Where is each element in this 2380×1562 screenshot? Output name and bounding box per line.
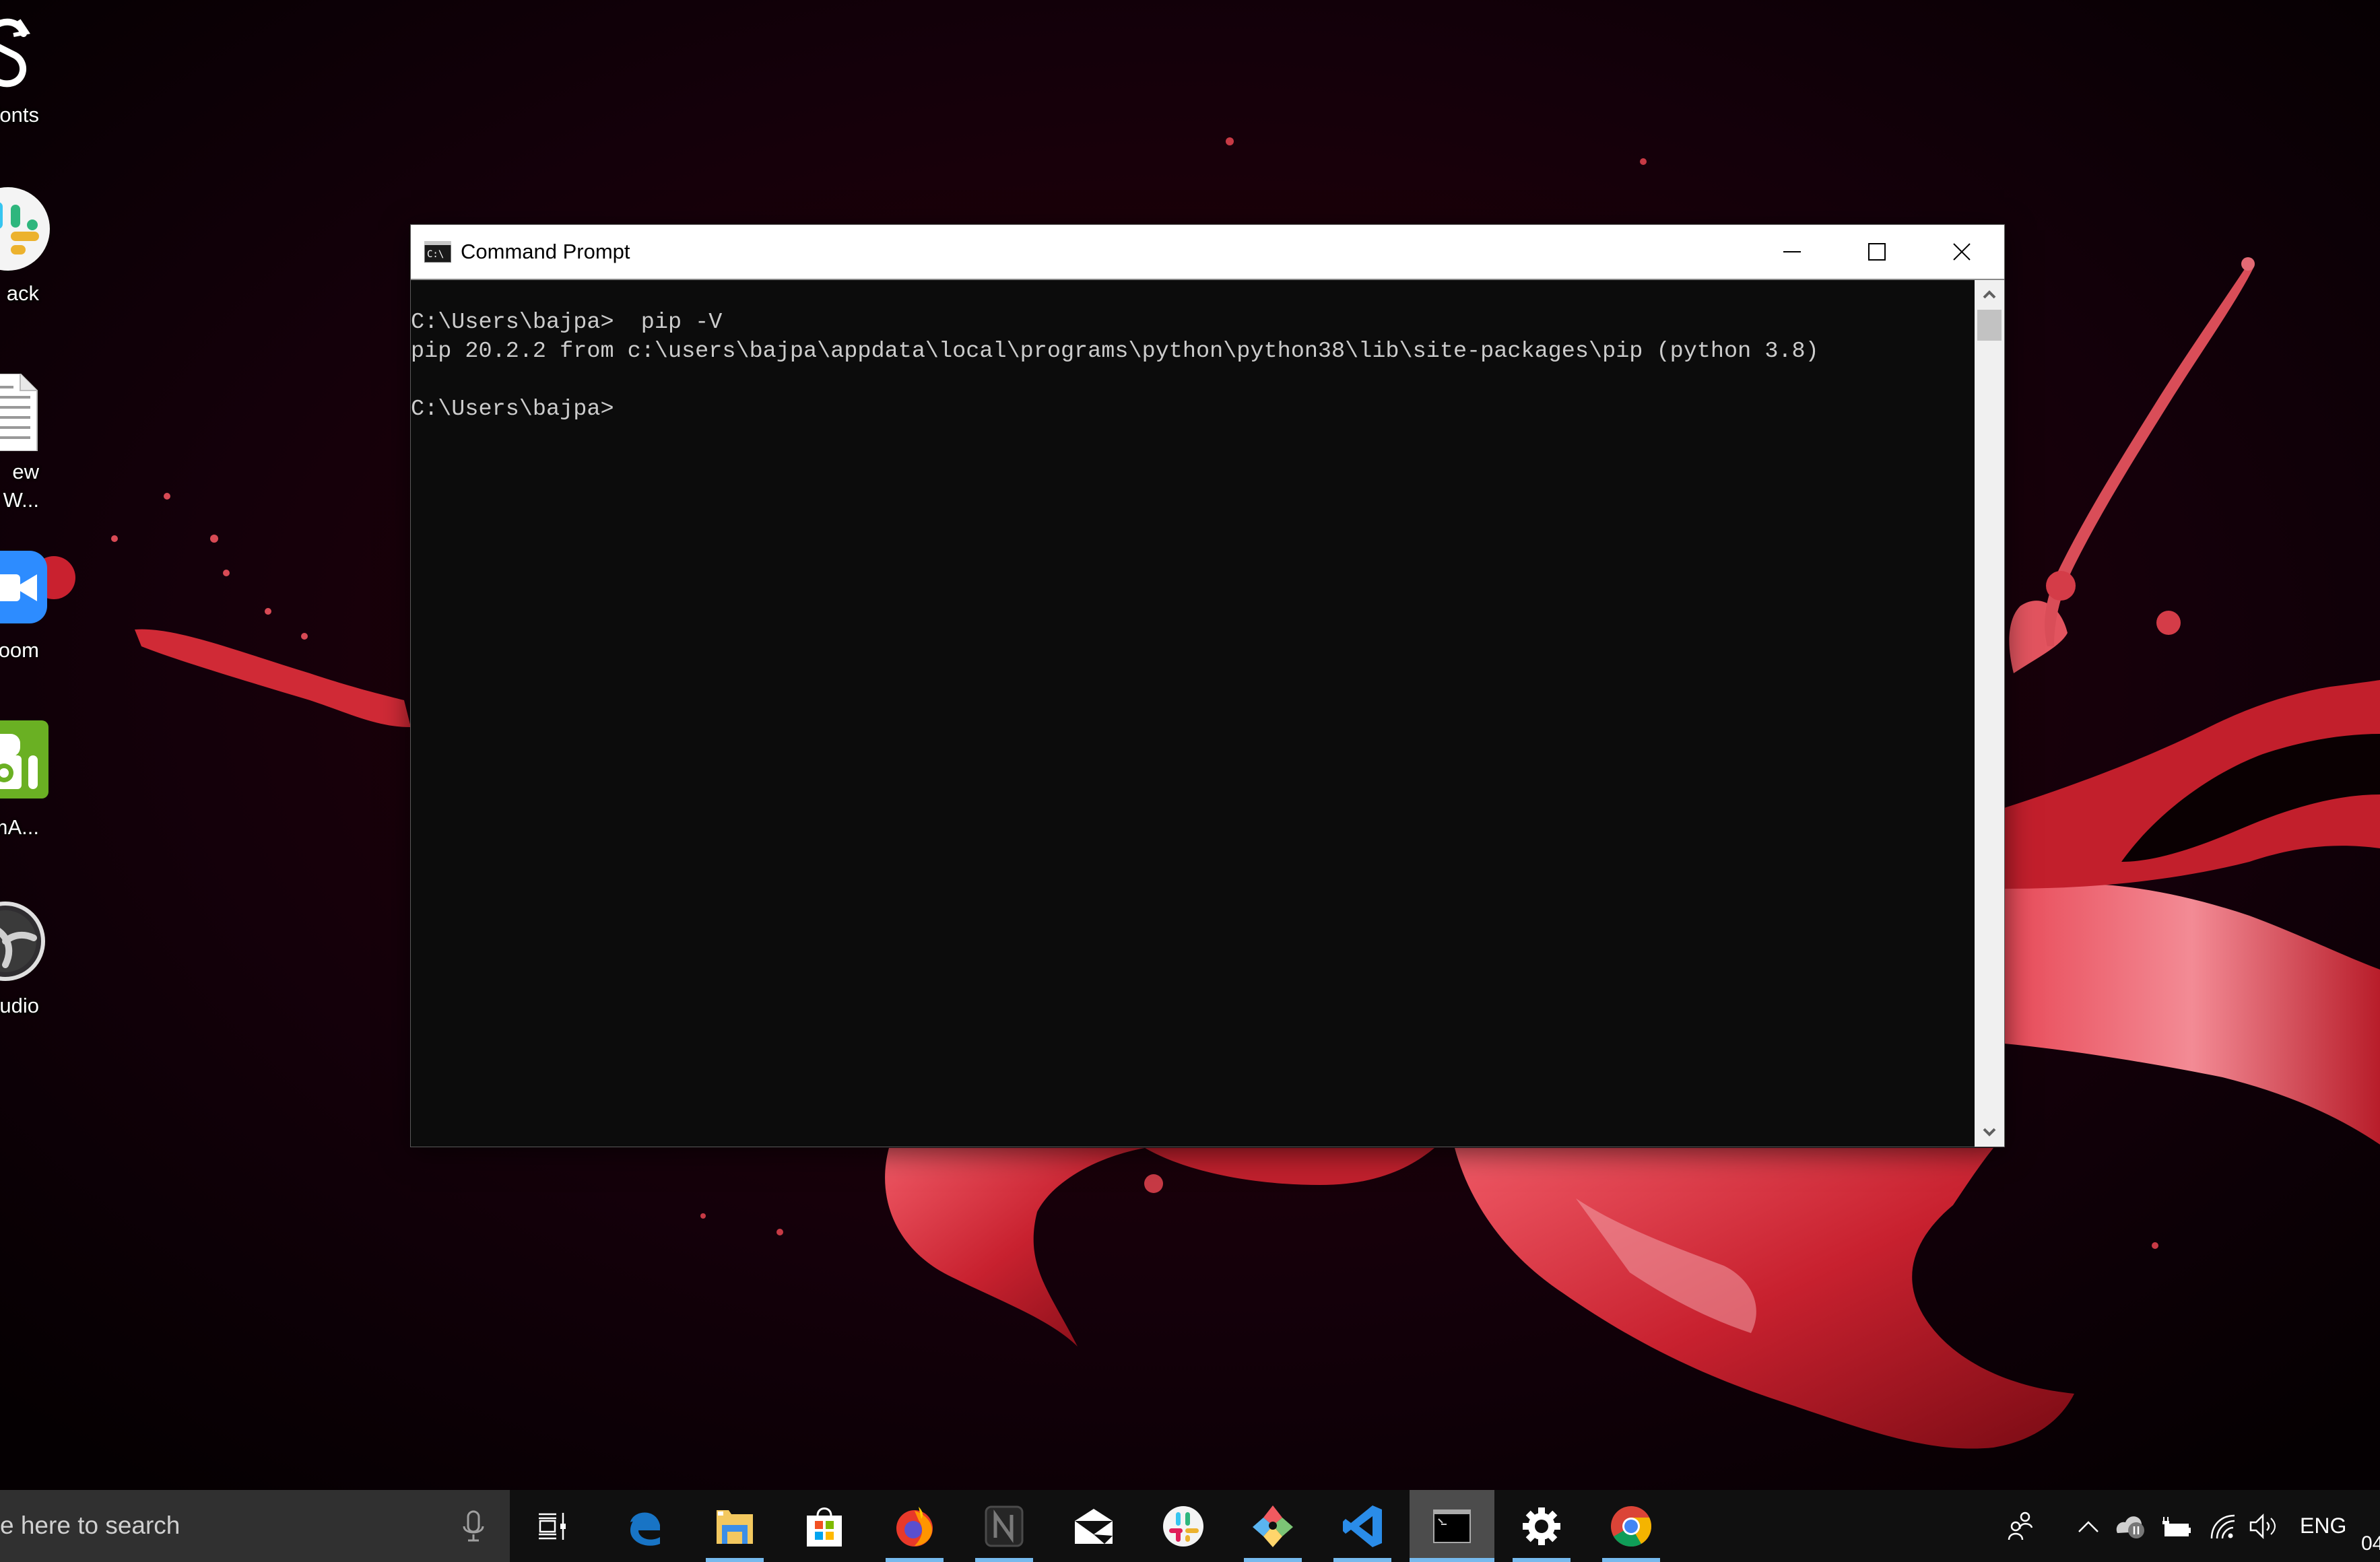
minimize-icon: [1783, 251, 1801, 252]
battery-charging-icon: [2162, 1516, 2191, 1536]
desktop-icon-label: oom: [0, 638, 39, 662]
close-icon: [1953, 243, 1971, 261]
slack-icon: [0, 187, 50, 271]
console-prompt-line[interactable]: C:\Users\bajpa>: [411, 395, 614, 424]
firefox-icon: [896, 1506, 933, 1547]
console-line: C:\Users\bajpa> pip -V: [411, 310, 723, 335]
command-prompt-window[interactable]: C:\ Command Prompt C:\Users\bajpa> pip -…: [411, 225, 2004, 1147]
desktop-icon-label: Studio: [0, 994, 39, 1017]
obs-studio-icon: [0, 902, 45, 981]
desktop-icon-obs-studio[interactable]: Studio: [0, 895, 101, 1030]
scroll-down-button[interactable]: [1975, 1117, 2004, 1147]
window-titlebar[interactable]: C:\ Command Prompt: [411, 225, 2004, 280]
desktop-icon-label-line2: soft W...: [0, 488, 39, 512]
maximize-icon: [1868, 243, 1886, 261]
people-button[interactable]: [1997, 1490, 2045, 1562]
microsoft-store-icon: [807, 1507, 842, 1547]
svg-text:C:\: C:\: [427, 249, 444, 260]
console-output[interactable]: C:\Users\bajpa> pip -V pip 20.2.2 from c…: [411, 280, 1975, 1147]
taskbar-app-vscode[interactable]: [1320, 1490, 1405, 1562]
taskbar-app-notion[interactable]: [962, 1490, 1047, 1562]
onedrive-paused-icon: [2116, 1516, 2144, 1538]
taskbar-app-chrome[interactable]: [1589, 1490, 1674, 1562]
command-prompt-icon: [1433, 1509, 1471, 1543]
chevron-up-icon: [1983, 290, 1996, 299]
vscode-icon: [1343, 1505, 1382, 1547]
desktop-icon-word-document[interactable]: ew soft W...: [0, 364, 101, 525]
settings-gear-icon: [1523, 1507, 1560, 1545]
minimize-button[interactable]: [1750, 225, 1834, 279]
desktop-icon-label-line1: ew: [12, 460, 39, 483]
taskbar-app-file-explorer[interactable]: [692, 1490, 777, 1562]
running-indicator: [886, 1558, 944, 1562]
running-indicator: [706, 1558, 764, 1562]
show-hidden-icons-button[interactable]: [2072, 1490, 2105, 1562]
slack-icon: [1163, 1505, 1203, 1547]
scroll-thumb[interactable]: [1977, 310, 2002, 341]
desktop-icon-label: Fonts: [0, 103, 39, 127]
edge-icon: [630, 1512, 660, 1546]
network-tray-button[interactable]: [2202, 1490, 2243, 1562]
zoom-icon: [0, 551, 75, 623]
onedrive-tray-button[interactable]: [2108, 1490, 2152, 1562]
microphone-icon[interactable]: [462, 1510, 485, 1542]
window-title: Command Prompt: [461, 240, 630, 263]
word-document-icon: [0, 374, 38, 451]
running-indicator: [975, 1558, 1033, 1562]
notion-icon: [985, 1505, 1024, 1547]
maximize-button[interactable]: [1834, 225, 1919, 279]
chrome-icon: [1611, 1505, 1651, 1547]
running-indicator: [1410, 1558, 1494, 1562]
taskbar-search-box[interactable]: e here to search: [0, 1490, 510, 1562]
desktop-icon-zoom[interactable]: oom: [0, 539, 101, 673]
desktop-icon-label: ack: [6, 281, 39, 305]
mail-icon: [1075, 1508, 1113, 1544]
command-prompt-icon: C:\: [424, 241, 451, 263]
task-view-icon: [539, 1512, 566, 1540]
battery-tray-button[interactable]: [2155, 1490, 2198, 1562]
chevron-down-icon: [1983, 1128, 1996, 1136]
desktop-icon-label: CamA...: [0, 815, 39, 839]
input-language-indicator[interactable]: ENG: [2300, 1510, 2346, 1541]
desktop-icon-fonts[interactable]: Fonts: [0, 0, 101, 135]
volume-icon: [2249, 1513, 2276, 1539]
running-indicator: [1513, 1558, 1571, 1562]
vertical-scrollbar[interactable]: [1975, 280, 2004, 1147]
taskbar-app-edge[interactable]: [603, 1490, 688, 1562]
scroll-up-button[interactable]: [1975, 280, 2004, 310]
search-placeholder: e here to search: [0, 1512, 180, 1539]
running-indicator: [1602, 1558, 1660, 1562]
taskbar-app-mail[interactable]: [1051, 1490, 1136, 1562]
taskbar-app-firefox[interactable]: [872, 1490, 957, 1562]
taskbar-app-slack[interactable]: [1141, 1490, 1226, 1562]
droidcam-icon: [0, 720, 48, 799]
git-client-icon: [1253, 1505, 1293, 1547]
close-button[interactable]: [1919, 225, 2004, 279]
taskbar: e here to search ENG 04: [0, 1490, 2380, 1562]
taskbar-app-git-client[interactable]: [1230, 1490, 1315, 1562]
taskbar-app-command-prompt[interactable]: [1410, 1490, 1494, 1562]
volume-tray-button[interactable]: [2244, 1490, 2282, 1562]
running-indicator: [1333, 1558, 1391, 1562]
chevron-up-icon: [2078, 1520, 2098, 1532]
taskbar-app-settings[interactable]: [1499, 1490, 1584, 1562]
taskbar-clock[interactable]: 04: [2361, 1530, 2380, 1557]
people-icon: [2008, 1512, 2033, 1540]
file-explorer-icon: [717, 1509, 753, 1544]
wifi-icon: [2210, 1514, 2235, 1538]
desktop-icon-droidcam[interactable]: CamA...: [0, 714, 101, 848]
console-line: pip 20.2.2 from c:\users\bajpa\appdata\l…: [411, 339, 1819, 364]
fonts-shortcut-icon: [0, 18, 30, 88]
taskbar-app-microsoft-store[interactable]: [782, 1490, 867, 1562]
task-view-button[interactable]: [512, 1490, 593, 1562]
running-indicator: [1244, 1558, 1302, 1562]
desktop-icon-slack[interactable]: ack: [0, 182, 101, 316]
